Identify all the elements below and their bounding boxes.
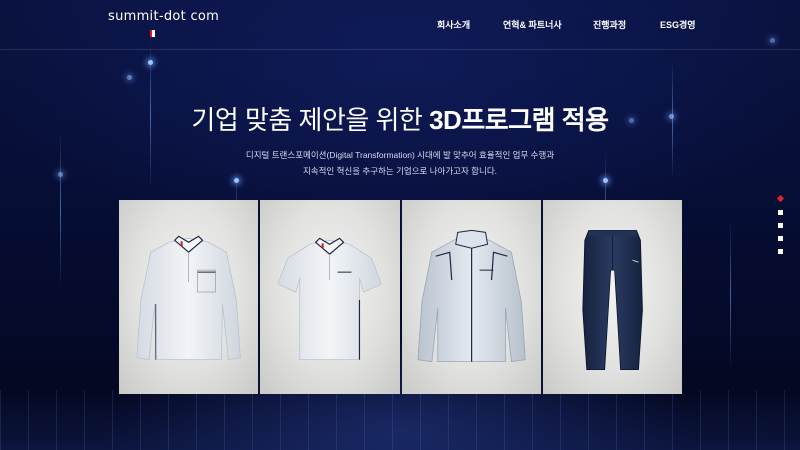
nav-item-history-partners[interactable]: 연혁& 파트너사 xyxy=(503,18,562,31)
page: summit-dot com 회사소개 연혁& 파트너사 진행과정 ESG경영 … xyxy=(0,0,800,450)
hero-title: 기업 맞춤 제안을 위한 3D프로그램 적용 xyxy=(0,100,800,137)
navy-pants-image xyxy=(582,229,643,371)
short-sleeve-polo-image xyxy=(277,237,383,361)
long-sleeve-polo-image xyxy=(136,235,241,361)
hero-title-regular: 기업 맞춤 제안을 위한 xyxy=(191,105,430,135)
main-nav: 회사소개 연혁& 파트너사 진행과정 ESG경영 xyxy=(0,18,800,32)
site-header: summit-dot com 회사소개 연혁& 파트너사 진행과정 ESG경영 xyxy=(0,0,800,50)
hero-description-line-2: 지속적인 혁신을 추구하는 기업으로 나아가고자 합니다. xyxy=(302,166,498,176)
nav-item-company[interactable]: 회사소개 xyxy=(437,18,470,31)
track-jacket-image xyxy=(416,229,526,363)
hero-description-line-1: 디지털 트랜스포메이션(Digital Transformation) 시대에 … xyxy=(245,150,555,160)
product-card-navy-pants[interactable] xyxy=(542,200,682,394)
nav-item-process[interactable]: 진행과정 xyxy=(593,18,626,31)
product-gallery xyxy=(119,200,682,394)
pager-dot-4[interactable] xyxy=(778,236,783,241)
product-card-short-sleeve-polo[interactable] xyxy=(260,200,400,394)
product-card-track-jacket[interactable] xyxy=(401,200,541,394)
hero-title-bold: 3D프로그램 적용 xyxy=(429,105,609,135)
pager-dot-3[interactable] xyxy=(778,223,783,228)
pager-dot-5[interactable] xyxy=(778,249,783,254)
product-card-long-sleeve-polo[interactable] xyxy=(119,200,259,394)
hero-description: 디지털 트랜스포메이션(Digital Transformation) 시대에 … xyxy=(0,147,800,179)
nav-item-esg[interactable]: ESG경영 xyxy=(660,18,696,31)
pager-dot-1[interactable] xyxy=(776,194,785,203)
pager-dot-2[interactable] xyxy=(778,210,783,215)
